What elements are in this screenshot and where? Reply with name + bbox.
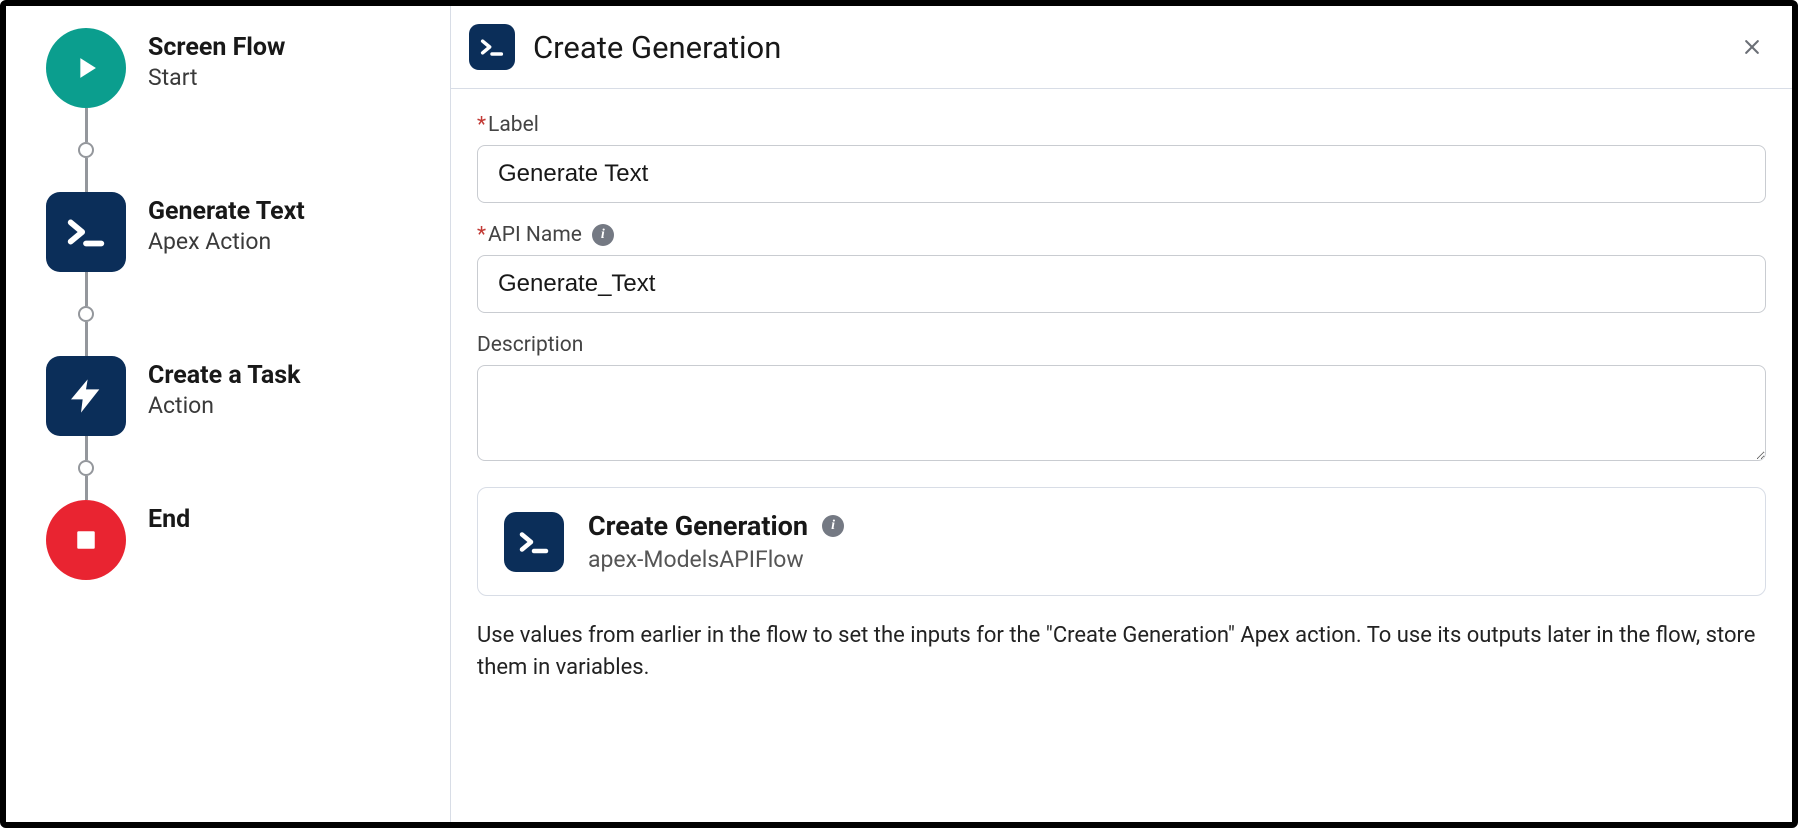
terminal-icon <box>469 24 515 70</box>
field-label: *API Name i <box>477 223 1766 247</box>
close-icon <box>1742 35 1762 59</box>
terminal-icon <box>46 192 126 272</box>
panel-header: Create Generation <box>451 6 1792 89</box>
action-card-title: Create Generation <box>588 510 808 542</box>
flow-node-text: Create a Task Action <box>148 356 301 421</box>
action-card-subtitle: apex-ModelsAPIFlow <box>588 546 844 573</box>
flow-node-subtitle: Action <box>148 391 301 421</box>
add-element-joint[interactable] <box>78 460 94 476</box>
flow-node-text: End <box>148 500 190 535</box>
start-icon <box>46 28 126 108</box>
label-text: Description <box>477 333 583 357</box>
field-row-description: Description <box>477 333 1766 465</box>
field-label: Description <box>477 333 1766 357</box>
required-indicator: * <box>477 223 486 247</box>
label-text: API Name <box>488 223 582 247</box>
close-button[interactable] <box>1736 31 1768 63</box>
help-text: Use values from earlier in the flow to s… <box>477 620 1766 684</box>
flow-node-title: Generate Text <box>148 196 305 227</box>
action-card-text: Create Generation i apex-ModelsAPIFlow <box>588 510 844 573</box>
info-icon[interactable]: i <box>822 515 844 537</box>
flow-node-subtitle: Apex Action <box>148 227 305 257</box>
description-textarea[interactable] <box>477 365 1766 461</box>
flow-node-generate-text[interactable]: Generate Text Apex Action <box>46 192 450 272</box>
flow-node-create-task[interactable]: Create a Task Action <box>46 356 450 436</box>
terminal-icon <box>504 512 564 572</box>
field-row-api-name: *API Name i <box>477 223 1766 313</box>
field-label: *Label <box>477 113 1766 137</box>
add-element-joint[interactable] <box>78 306 94 322</box>
flow-node-title: Create a Task <box>148 360 301 391</box>
flow-column: Screen Flow Start Generat <box>46 28 450 580</box>
flow-connector <box>46 272 126 356</box>
flow-node-start[interactable]: Screen Flow Start <box>46 28 450 108</box>
lightning-icon <box>46 356 126 436</box>
flow-node-title: End <box>148 504 190 535</box>
flow-node-end[interactable]: End <box>46 500 450 580</box>
flow-connector <box>46 108 126 192</box>
required-indicator: * <box>477 113 486 137</box>
panel-body: *Label *API Name i Description <box>451 89 1792 694</box>
api-name-input[interactable] <box>477 255 1766 313</box>
flow-connector <box>46 436 126 500</box>
label-text: Label <box>488 113 539 137</box>
flow-node-text: Screen Flow Start <box>148 28 285 93</box>
add-element-joint[interactable] <box>78 142 94 158</box>
action-summary-card[interactable]: Create Generation i apex-ModelsAPIFlow <box>477 487 1766 596</box>
end-icon <box>46 500 126 580</box>
flow-node-title: Screen Flow <box>148 32 285 63</box>
panel-title: Create Generation <box>533 29 1718 66</box>
flow-node-text: Generate Text Apex Action <box>148 192 305 257</box>
flow-node-subtitle: Start <box>148 63 285 93</box>
info-icon[interactable]: i <box>592 224 614 246</box>
flow-canvas[interactable]: Screen Flow Start Generat <box>6 6 451 822</box>
field-row-label: *Label <box>477 113 1766 203</box>
app-frame: Screen Flow Start Generat <box>0 0 1798 828</box>
label-input[interactable] <box>477 145 1766 203</box>
property-panel: Create Generation *Label *API Name <box>451 6 1792 822</box>
